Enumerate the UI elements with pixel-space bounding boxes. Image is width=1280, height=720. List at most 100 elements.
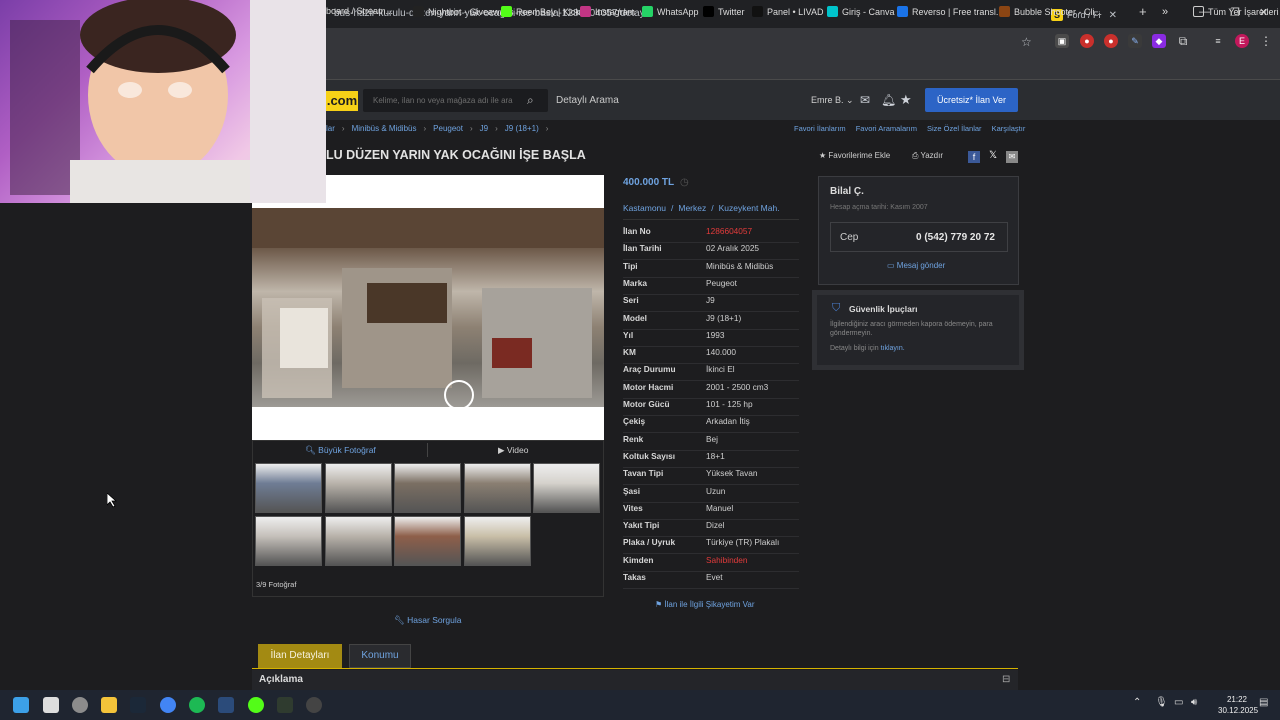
extensions-puzzle-icon[interactable]: ⧉: [1176, 34, 1190, 48]
profile-avatar[interactable]: E: [1235, 34, 1249, 48]
file-explorer-icon[interactable]: [101, 697, 117, 713]
new-tab-button[interactable]: +: [1139, 4, 1147, 19]
photo-thumbnail[interactable]: [394, 463, 461, 513]
search-icon[interactable]: ⌕: [527, 93, 534, 108]
notification-bell-icon[interactable]: 🔔︎: [881, 93, 896, 107]
top-link[interactable]: Size Özel İlanlar: [927, 124, 982, 133]
site-logo[interactable]: .com: [326, 91, 358, 111]
bookmark-7[interactable]: Giriş - Canva: [827, 6, 895, 17]
facebook-share-icon[interactable]: f: [968, 151, 980, 163]
extension-icon[interactable]: ◆: [1152, 34, 1166, 48]
post-listing-button[interactable]: Ücretsiz* İlan Ver: [925, 88, 1018, 112]
settings-icon[interactable]: [72, 697, 88, 713]
photo-thumbnail[interactable]: [533, 463, 600, 513]
location-link[interactable]: Merkez: [678, 203, 706, 213]
email-share-icon[interactable]: ✉: [1006, 151, 1018, 163]
pen-extension-icon[interactable]: ✎: [1128, 34, 1142, 48]
spotify-icon[interactable]: [189, 697, 205, 713]
price-history-icon[interactable]: ◷: [680, 177, 689, 188]
user-menu[interactable]: Emre B. ⌄: [811, 95, 854, 106]
app-icon[interactable]: [306, 697, 322, 713]
spec-value: J9: [706, 295, 715, 306]
photo-thumbnail[interactable]: [255, 463, 322, 513]
bookmark-9[interactable]: Bubble Shooter - Cli...: [999, 6, 1102, 17]
location-link[interactable]: Kuzeykent Mah.: [719, 203, 780, 213]
main-photo[interactable]: [252, 208, 604, 407]
seller-name[interactable]: Bilal Ç.: [830, 186, 864, 197]
add-favorite-button[interactable]: ★ Favorilerime Ekle: [819, 151, 890, 160]
chrome-icon[interactable]: [160, 697, 176, 713]
photo-thumbnail[interactable]: [463, 516, 531, 566]
all-bookmarks[interactable]: Tüm Yer İşaretleri: [1193, 6, 1279, 17]
top-link[interactable]: Karşılaştır: [992, 124, 1026, 133]
bookmark-3[interactable]: Instagram: [580, 6, 635, 17]
bookmark-1[interactable]: Nightbot - Giveaways: [413, 6, 514, 17]
photo-thumbnail[interactable]: [324, 463, 392, 513]
extension-badge-icon[interactable]: ●: [1080, 34, 1094, 48]
steam-app-icon[interactable]: [218, 697, 234, 713]
kick-icon[interactable]: [248, 697, 264, 713]
bookmark-0[interactable]: board / Stream...: [326, 6, 393, 16]
close-tab-icon[interactable]: ✕: [1109, 10, 1117, 21]
video-link[interactable]: ▶ Video: [498, 445, 529, 456]
photo-thumbnail[interactable]: [394, 516, 461, 566]
complaint-link[interactable]: ⚑ İlan ile İlgili Şikayetim Var: [655, 600, 755, 609]
microphone-icon[interactable]: 🎙︎: [1155, 697, 1168, 708]
van-interior-illustration: [252, 208, 604, 407]
photo-thumbnail[interactable]: [463, 463, 531, 513]
safety-more-link[interactable]: tıklayın.: [881, 345, 905, 352]
breadcrumb-item[interactable]: J9: [480, 124, 488, 133]
detailed-search-link[interactable]: Detaylı Arama: [556, 95, 619, 106]
shield-icon: ⛉: [832, 302, 841, 314]
x-share-icon[interactable]: 𝕏: [987, 150, 999, 162]
top-link[interactable]: Favori İlanlarım: [794, 124, 846, 133]
damage-query-link[interactable]: 🔧︎ Hasar Sorgula: [394, 615, 462, 626]
tab-location[interactable]: Konumu: [349, 644, 411, 668]
breadcrumb-item[interactable]: Minibüs & Midibüs: [352, 124, 417, 133]
big-photo-link[interactable]: 🔍︎ Büyük Fotoğraf: [305, 445, 376, 456]
steam-icon[interactable]: [130, 697, 146, 713]
collapse-icon[interactable]: ⊟: [1002, 674, 1010, 685]
notifications-icon[interactable]: ▤: [1259, 697, 1268, 708]
bookmark-star-icon[interactable]: ☆: [1021, 35, 1032, 49]
spec-value: Türkiye (TR) Plakalı: [706, 537, 780, 548]
spec-value: 1286604057: [706, 226, 753, 236]
safety-more: Detaylı bilgi için tıklayın.: [830, 345, 905, 352]
bookmarks-overflow-icon[interactable]: »: [1162, 6, 1168, 18]
volume-icon[interactable]: 🔊︎: [1191, 697, 1197, 708]
network-icon[interactable]: ▭: [1174, 697, 1183, 708]
description-header: Açıklama: [259, 674, 303, 685]
extension-badge-icon[interactable]: ●: [1104, 34, 1118, 48]
bookmark-6[interactable]: Panel • LIVAD: [752, 6, 824, 17]
bookmark-8[interactable]: Reverso | Free transl...: [897, 6, 1003, 17]
tab-listing-details[interactable]: İlan Detayları: [258, 644, 342, 668]
favorites-star-icon[interactable]: ★: [900, 92, 912, 108]
breadcrumb-item[interactable]: lar: [326, 124, 335, 133]
print-button[interactable]: ⎙ Yazdır: [912, 151, 943, 161]
xbox-icon[interactable]: [277, 697, 293, 713]
bookmark-2[interactable]: ReemBey | Kick: [501, 6, 580, 17]
bookmark-5[interactable]: Twitter: [703, 6, 745, 17]
reading-list-icon[interactable]: ≡: [1211, 34, 1225, 48]
breadcrumb-separator-icon: ›: [469, 124, 473, 133]
folder-icon: [1193, 6, 1204, 17]
top-link[interactable]: Favori Aramalarım: [856, 124, 917, 133]
clock[interactable]: 21:22 30.12.2025: [1218, 694, 1258, 716]
start-icon[interactable]: [13, 697, 29, 713]
extension-icon[interactable]: ▣: [1055, 34, 1069, 48]
task-view-icon[interactable]: [43, 697, 59, 713]
send-message-link[interactable]: ▭ Mesaj gönder: [887, 261, 945, 270]
breadcrumb-item[interactable]: Peugeot: [433, 124, 463, 133]
breadcrumb-item[interactable]: J9 (18+1): [505, 124, 539, 133]
photo-thumbnail[interactable]: [255, 516, 322, 566]
search-input[interactable]: Kelime, ilan no veya mağaza adı ile ara: [363, 89, 548, 112]
mail-icon[interactable]: ✉: [860, 93, 870, 107]
location-link[interactable]: Kastamonu: [623, 203, 666, 213]
bookmark-4[interactable]: WhatsApp: [642, 6, 699, 17]
bookmark-label: ReemBey | Kick: [516, 6, 580, 17]
tray-chevron-icon[interactable]: ⌃: [1133, 697, 1141, 708]
spec-value: 101 - 125 hp: [706, 399, 753, 409]
menu-kebab-icon[interactable]: ⋮: [1259, 34, 1273, 48]
spec-value: 18+1: [706, 450, 725, 461]
photo-thumbnail[interactable]: [324, 516, 392, 566]
